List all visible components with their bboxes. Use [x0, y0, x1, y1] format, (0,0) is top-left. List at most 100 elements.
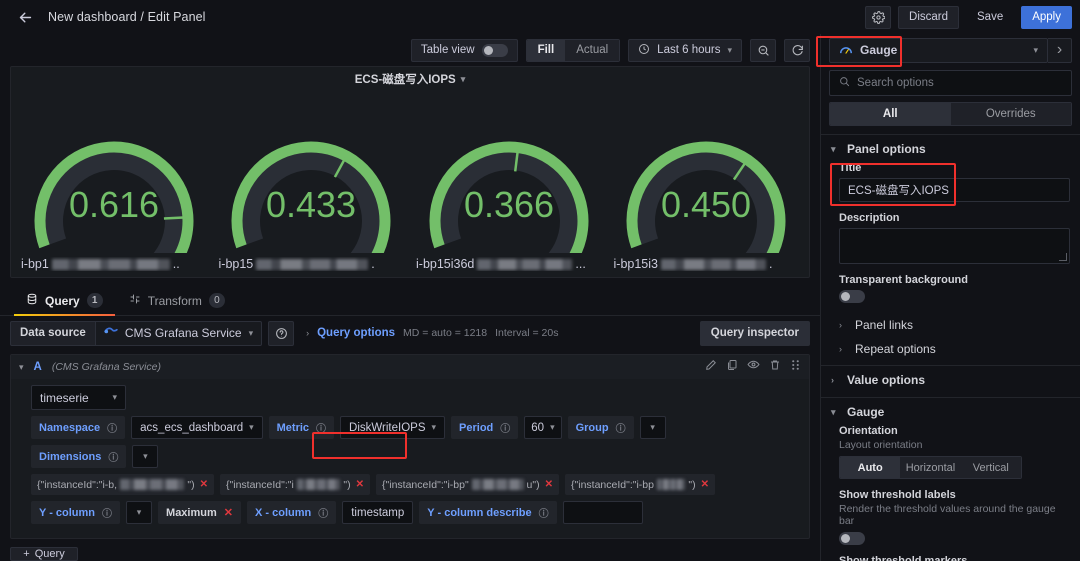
visualization-picker[interactable]: Gauge ▾ [829, 37, 1048, 63]
x-column-label: X - column ⓘ [247, 501, 337, 524]
section-gauge: ▾ Gauge Orientation Layout orientation A… [821, 397, 1080, 561]
dimensions-select[interactable]: ▾ [132, 445, 159, 468]
remove-icon[interactable]: ✕ [200, 479, 208, 490]
query-editor-a: ▾ A (CMS Grafana Service) timeserie ▾ Na… [10, 354, 810, 539]
info-icon[interactable]: ⓘ [316, 420, 326, 435]
gauge-label-prefix: i-bp15i36d [416, 257, 475, 271]
info-icon[interactable]: ⓘ [318, 505, 328, 520]
metric-value: DiskWriteIOPS [349, 421, 426, 434]
orientation-horizontal[interactable]: Horizontal [900, 457, 961, 478]
description-textarea[interactable] [839, 228, 1070, 264]
viz-picker-label: Gauge [860, 43, 898, 57]
copy-icon[interactable] [726, 358, 738, 376]
title-input[interactable]: ECS-磁盘写入IOPS [839, 178, 1070, 202]
refresh-icon[interactable] [784, 38, 810, 62]
gauge-arc: 0.450 [626, 141, 786, 253]
options-tabs: All Overrides [829, 102, 1072, 126]
time-range-picker[interactable]: Last 6 hours ▾ [628, 38, 742, 62]
chevron-down-icon: ▾ [650, 422, 655, 432]
table-view-label: Table view [420, 44, 475, 56]
panel-links-row[interactable]: › Panel links [821, 313, 1080, 337]
format-select[interactable]: timeserie ▾ [31, 385, 126, 410]
info-icon[interactable]: ⓘ [102, 505, 112, 520]
repeat-options-row[interactable]: › Repeat options [821, 337, 1080, 361]
tab-query[interactable]: Query 1 [14, 286, 115, 316]
dimension-chip-text: {"instanceId":"i-bp" [382, 478, 469, 491]
namespace-label: Namespace ⓘ [31, 416, 126, 439]
chevron-down-icon[interactable]: ▾ [19, 362, 24, 373]
tab-query-label: Query [45, 293, 80, 308]
group-select[interactable]: ▾ [639, 416, 666, 439]
info-icon[interactable]: ⓘ [108, 449, 118, 464]
discard-button[interactable]: Discard [898, 5, 959, 29]
orientation-auto[interactable]: Auto [840, 457, 901, 478]
gauge-header[interactable]: ▾ Gauge [821, 405, 1080, 425]
datasource-select[interactable]: CMS Grafana Service ▾ [94, 320, 263, 346]
options-search[interactable] [829, 70, 1072, 96]
chevron-down-icon[interactable]: ▾ [461, 74, 466, 85]
query-options[interactable]: › Query options MD = auto = 1218 Interva… [306, 327, 558, 339]
data-source-label: Data source [10, 320, 95, 346]
eye-icon[interactable] [747, 358, 760, 376]
query-ref-id[interactable]: A [34, 361, 42, 373]
info-icon[interactable]: ⓘ [616, 420, 626, 435]
breadcrumb[interactable]: New dashboard / Edit Panel [48, 10, 206, 24]
x-column-value[interactable]: timestamp [342, 501, 414, 524]
apply-button[interactable]: Apply [1021, 5, 1072, 29]
gear-icon[interactable] [865, 5, 892, 29]
maximum-chip: Maximum ✕ [158, 501, 241, 524]
search-input[interactable] [857, 77, 1062, 89]
add-query-button[interactable]: + Query [10, 547, 78, 561]
dimension-chip[interactable]: {"instanceId":"i-bp ") ✕ [565, 474, 715, 495]
threshold-labels-switch[interactable] [839, 532, 865, 545]
time-range-label: Last 6 hours [657, 44, 721, 56]
orientation-vertical[interactable]: Vertical [960, 457, 1021, 478]
info-icon[interactable]: ⓘ [500, 420, 510, 435]
tab-overrides[interactable]: Overrides [950, 103, 1071, 125]
chevron-down-icon: ▾ [431, 422, 437, 432]
dimension-chip[interactable]: {"instanceId":"i-b, ") ✕ [31, 474, 214, 495]
fill-button[interactable]: Fill [526, 39, 566, 61]
back-arrow-icon[interactable] [14, 6, 36, 28]
pencil-icon[interactable] [705, 358, 717, 376]
options-scroll[interactable]: ▾ Panel options Title ECS-磁盘写入IOPS Descr… [821, 134, 1080, 561]
y-column-select[interactable]: ▾ [126, 501, 153, 524]
panel-options-header[interactable]: ▾ Panel options [821, 142, 1080, 162]
tab-transform[interactable]: Transform 0 [117, 286, 237, 315]
help-circle-icon[interactable] [268, 320, 295, 346]
y-column-describe-input[interactable] [562, 501, 643, 524]
tab-all[interactable]: All [830, 103, 951, 125]
info-icon[interactable]: ⓘ [107, 420, 117, 435]
drag-handle-icon[interactable] [790, 358, 801, 376]
query-options-label: Query options [317, 327, 396, 339]
actual-button[interactable]: Actual [565, 39, 620, 61]
namespace-select[interactable]: acs_ecs_dashboard ▾ [131, 416, 263, 439]
panel-title[interactable]: ECS-磁盘写入IOPS ▾ [11, 67, 809, 91]
gauge-arc: 0.433 [231, 141, 391, 253]
save-button[interactable]: Save [966, 6, 1014, 29]
dimension-chip[interactable]: {"instanceId":"i-bp" u") ✕ [376, 474, 559, 495]
dimension-chip[interactable]: {"instanceId":"i ") ✕ [220, 474, 370, 495]
add-query-label: Query [34, 548, 65, 560]
info-icon[interactable]: ⓘ [539, 505, 549, 520]
viz-next-button[interactable]: › [1048, 37, 1072, 63]
zoom-out-icon[interactable] [750, 38, 776, 62]
visualization-panel: ECS-磁盘写入IOPS ▾ 0.616 i-bp1.. 0.433 i-bp15. 0… [10, 66, 810, 278]
remove-icon[interactable]: ✕ [701, 479, 709, 490]
cms-icon [104, 326, 118, 340]
gauge-label: i-bp1.. [15, 257, 213, 271]
trash-icon[interactable] [769, 358, 781, 376]
table-view-toggle[interactable]: Table view [410, 38, 518, 62]
remove-icon[interactable]: ✕ [545, 479, 553, 490]
value-options-header[interactable]: › Value options [821, 373, 1080, 393]
period-select[interactable]: 60 ▾ [524, 416, 562, 439]
dimension-chip-row: {"instanceId":"i-b, ") ✕ {"instanceId":"i ")… [31, 474, 801, 495]
query-inspector-button[interactable]: Query inspector [699, 320, 810, 346]
transparent-background-switch[interactable] [839, 290, 865, 303]
remove-icon[interactable]: ✕ [224, 506, 233, 519]
field-title: Title ECS-磁盘写入IOPS [821, 162, 1080, 212]
metric-select[interactable]: DiskWriteIOPS ▾ [340, 416, 446, 439]
table-view-switch[interactable] [481, 43, 508, 57]
remove-icon[interactable]: ✕ [356, 479, 364, 490]
threshold-labels-desc: Render the threshold values around the g… [839, 503, 1056, 527]
